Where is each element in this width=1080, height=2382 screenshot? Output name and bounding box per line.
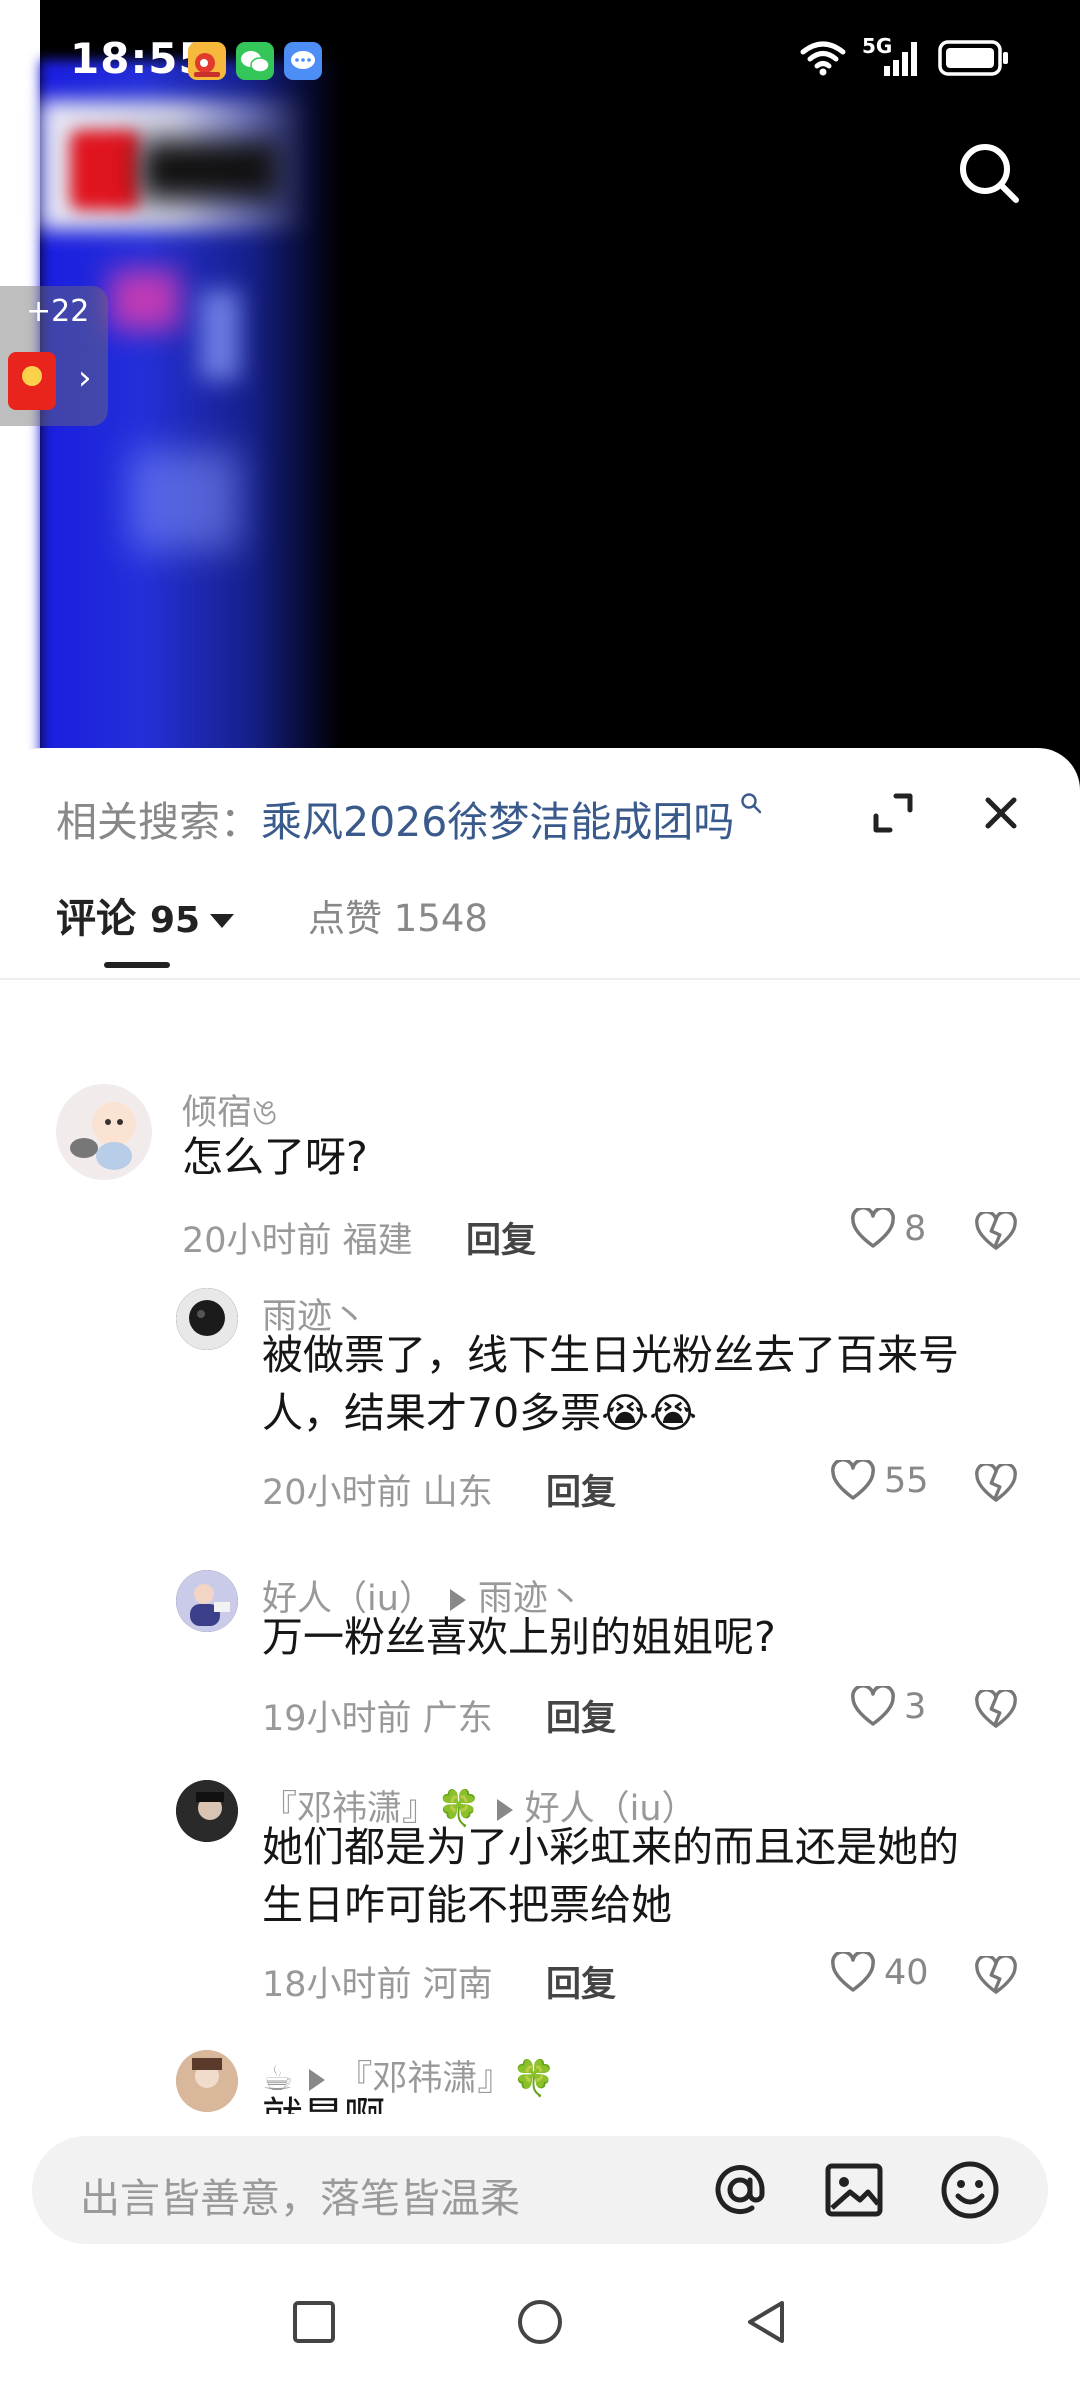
video-frame-blur-light-2 (130, 450, 240, 550)
red-envelope-icon (8, 352, 56, 410)
status-indicators: 5G (800, 34, 1010, 78)
close-button[interactable] (976, 788, 1026, 838)
like-count: 3 (904, 1687, 927, 1727)
comment-meta: 20小时前 福建 (182, 1221, 413, 1261)
chevron-right-icon: › (78, 358, 92, 398)
video-frame-blur-dark (140, 140, 280, 200)
comment-text: 怎么了呀? (182, 1133, 368, 1181)
comment-meta: 20小时前 山东 (262, 1473, 493, 1513)
video-frame-blur-red (70, 130, 140, 210)
comment-input-placeholder: 出言皆善意，落笔皆温柔 (80, 2176, 520, 2222)
avatar[interactable] (176, 2050, 238, 2112)
tab-likes[interactable]: 点赞 1548 (308, 888, 488, 942)
avatar[interactable] (176, 1570, 238, 1632)
search-button[interactable] (954, 138, 1024, 208)
comment-input[interactable]: 出言皆善意，落笔皆温柔 (32, 2136, 1048, 2244)
back-icon[interactable] (742, 2298, 790, 2346)
comment-meta: 18小时前 河南 (262, 1965, 493, 2005)
dislike-icon[interactable] (974, 1464, 1018, 1504)
system-nav-bar (0, 2260, 1080, 2382)
related-search[interactable]: 相关搜索：乘风2026徐梦洁能成团吗 (56, 788, 762, 848)
tab-comments[interactable]: 评论 95 (56, 886, 235, 944)
video-frame-blur-pink (110, 270, 180, 330)
reply-button[interactable]: 回复 (546, 1690, 616, 1741)
avatar[interactable] (56, 1084, 152, 1180)
like-button[interactable]: 8 (850, 1208, 926, 1250)
comment-text-line-2: 人，结果才70多票😭😭 (262, 1389, 697, 1437)
dislike-icon[interactable] (974, 1690, 1018, 1730)
status-bar: 18:55 5G (0, 0, 1080, 124)
comment-text-line-2: 生日咋可能不把票给她 (262, 1881, 672, 1929)
tab-comments-count: 95 (149, 900, 201, 941)
reply-button[interactable]: 回复 (546, 1956, 616, 2007)
avatar[interactable] (176, 1780, 238, 1842)
heart-icon (831, 1460, 875, 1500)
messages-notification-icon (284, 42, 322, 80)
like-button[interactable]: 40 (830, 1952, 929, 1994)
reply-item: 雨迹丶 被做票了，线下生日光粉丝去了百来号 人，结果才70多票😭😭 20小时前 … (0, 1288, 1080, 1548)
red-packet-count: +22 (26, 294, 90, 329)
comment-tabs: 评论 95 点赞 1548 (0, 866, 1080, 980)
search-icon (960, 144, 1019, 203)
related-search-prefix: 相关搜索： (56, 798, 261, 846)
weibo-notification-icon (188, 42, 226, 80)
heart-icon (851, 1208, 895, 1248)
comment-item: 倾宿ঙ 怎么了呀? 20小时前 福建 回复 8 (0, 1084, 1080, 1264)
caret-down-icon (210, 914, 235, 928)
comment-text-line-1: 被做票了，线下生日光粉丝去了百来号 (262, 1331, 959, 1379)
avatar[interactable] (176, 1288, 238, 1350)
related-search-term[interactable]: 乘风2026徐梦洁能成团吗 (261, 798, 734, 846)
home-icon[interactable] (516, 2298, 564, 2346)
like-button[interactable]: 3 (850, 1686, 926, 1728)
wifi-icon (800, 41, 846, 76)
reply-button[interactable]: 回复 (546, 1464, 616, 1515)
cellular-signal-icon: 5G (862, 34, 922, 78)
wechat-notification-icon (236, 42, 274, 80)
heart-icon (831, 1952, 875, 1992)
small-search-icon (741, 793, 762, 814)
recents-icon[interactable] (290, 2298, 338, 2346)
reply-button[interactable]: 回复 (466, 1212, 536, 1263)
tab-comments-label: 评论 (56, 896, 136, 942)
comment-text: 万一粉丝喜欢上别的姐姐呢? (262, 1613, 776, 1661)
dislike-icon[interactable] (974, 1956, 1018, 1996)
comment-text-line-1: 她们都是为了小彩虹来的而且还是她的 (262, 1823, 959, 1871)
emoji-icon[interactable] (938, 2158, 1002, 2222)
reply-item: 『邓祎潇』🍀 好人（iu） 她们都是为了小彩虹来的而且还是她的 生日咋可能不把票给… (0, 1780, 1080, 2040)
heart-icon (851, 1686, 895, 1726)
like-count: 8 (904, 1209, 927, 1249)
like-count: 40 (884, 1953, 929, 1993)
dislike-icon[interactable] (974, 1212, 1018, 1252)
image-icon[interactable] (822, 2158, 886, 2222)
close-icon (985, 797, 1017, 829)
expand-button[interactable] (870, 790, 916, 836)
like-count: 55 (884, 1461, 929, 1501)
reply-item: 好人（iu） 雨迹丶 万一粉丝喜欢上别的姐姐呢? 19小时前 广东 回复 3 (0, 1570, 1080, 1770)
battery-icon (938, 40, 1008, 76)
red-packet-widget[interactable]: +22 › (0, 286, 108, 426)
comment-meta: 19小时前 广东 (262, 1699, 493, 1739)
screen: 18:55 5G +22 › 相关搜索：乘风2026徐梦洁能成团吗 评论 95 … (0, 0, 1080, 2382)
video-frame-blur-light (200, 290, 240, 380)
tab-active-indicator (104, 962, 170, 968)
at-icon[interactable] (708, 2158, 772, 2222)
like-button[interactable]: 55 (830, 1460, 929, 1502)
expand-icon (873, 793, 913, 833)
